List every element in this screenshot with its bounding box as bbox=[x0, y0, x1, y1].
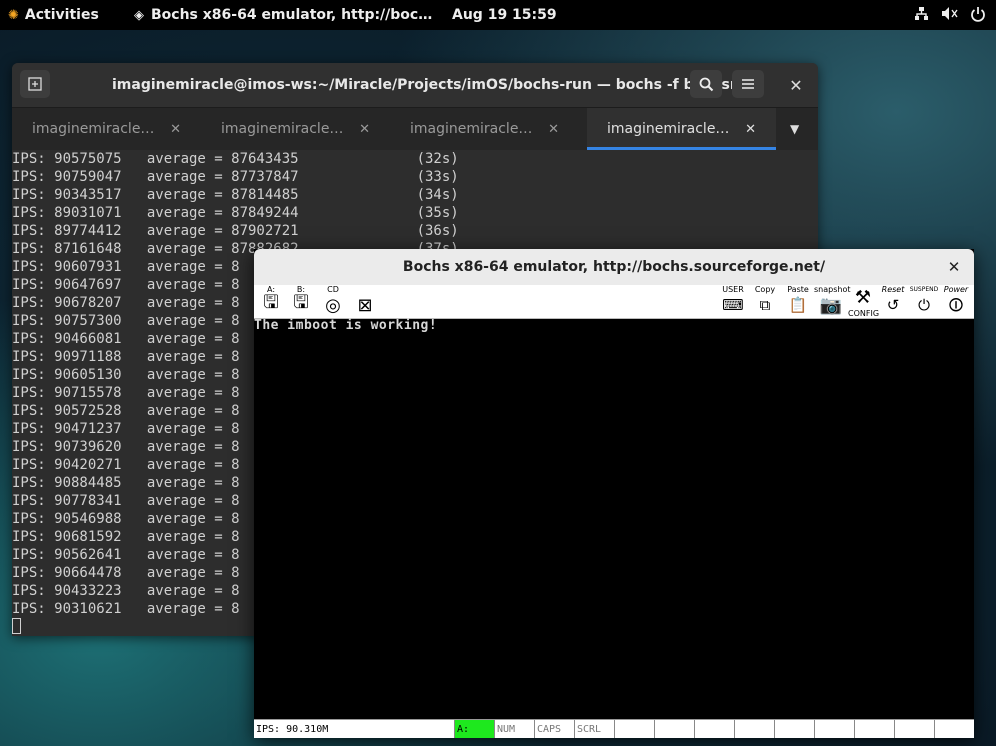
bochs-close-button[interactable]: ✕ bbox=[944, 257, 964, 277]
cdrom-icon: ◎ bbox=[325, 294, 341, 316]
floppy-b-button[interactable]: B: 🖫 bbox=[286, 285, 316, 318]
new-tab-button[interactable] bbox=[20, 70, 50, 98]
activities-button[interactable]: ✺ Activities bbox=[8, 0, 99, 30]
terminal-line: IPS: 90759047 average = 87737847 (33s) bbox=[12, 169, 459, 185]
terminal-tab-1[interactable]: imaginemiracle… ✕ bbox=[12, 108, 201, 150]
suspend-button[interactable]: SUSPEND ⏻ bbox=[908, 285, 940, 318]
network-icon[interactable] bbox=[914, 6, 929, 24]
close-icon: ✕ bbox=[789, 75, 803, 95]
usb-icon: ⊠ bbox=[357, 294, 373, 316]
terminal-cursor bbox=[12, 618, 21, 634]
config-button[interactable]: ⚒ CONFIG bbox=[848, 285, 880, 319]
caps-lock-indicator: CAPS bbox=[534, 720, 574, 738]
power-icon: ⏼ bbox=[948, 294, 964, 316]
config-label: CONFIG bbox=[848, 309, 880, 318]
terminal-line: IPS: 89774412 average = 87902721 (36s) bbox=[12, 223, 459, 239]
menu-button[interactable] bbox=[732, 70, 764, 98]
tab-label: imaginemiracle… bbox=[410, 121, 533, 137]
bochs-window: Bochs x86-64 emulator, http://bochs.sour… bbox=[254, 249, 974, 738]
copy-button[interactable]: Copy ⧉ bbox=[752, 285, 778, 318]
app-diamond-icon: ◈ bbox=[134, 7, 144, 23]
terminal-close-button[interactable]: ✕ bbox=[784, 73, 808, 97]
ips-status: IPS: 90.310M bbox=[256, 723, 329, 735]
floppy-icon: 🖫 bbox=[293, 292, 309, 313]
status-slot bbox=[774, 720, 814, 738]
terminal-line: IPS: 89031071 average = 87849244 (35s) bbox=[12, 205, 459, 221]
status-slot bbox=[654, 720, 694, 738]
floppy-a-indicator: A: bbox=[454, 720, 494, 738]
snapshot-button[interactable]: snapshot 📷 bbox=[814, 285, 851, 318]
status-slot bbox=[854, 720, 894, 738]
system-tray[interactable] bbox=[914, 0, 986, 30]
reset-icon: ↺ bbox=[886, 296, 900, 314]
status-slot bbox=[734, 720, 774, 738]
terminal-headerbar: imaginemiracle@imos-ws:~/Miracle/Project… bbox=[12, 63, 818, 107]
app-menu-title: Bochs x86-64 emulator, http://boc… bbox=[151, 7, 433, 23]
hamburger-icon bbox=[742, 79, 754, 89]
suspend-icon: ⏻ bbox=[918, 296, 930, 314]
terminal-tab-2[interactable]: imaginemiracle… ✕ bbox=[201, 108, 390, 150]
status-slot bbox=[694, 720, 734, 738]
volume-icon[interactable] bbox=[941, 6, 958, 24]
user-button[interactable]: USER ⌨ bbox=[716, 285, 750, 318]
tab-close-icon[interactable]: ✕ bbox=[548, 108, 559, 150]
terminal-tab-3[interactable]: imaginemiracle… ✕ bbox=[390, 108, 579, 150]
tab-close-icon[interactable]: ✕ bbox=[170, 108, 181, 150]
status-slot bbox=[614, 720, 654, 738]
fedora-logo-icon: ✺ bbox=[8, 7, 19, 23]
cdrom-button[interactable]: CD ◎ bbox=[318, 285, 348, 318]
tab-label: imaginemiracle… bbox=[607, 121, 730, 137]
num-lock-indicator: NUM bbox=[494, 720, 534, 738]
bochs-toolbar: A: 🖫 B: 🖫 CD ◎ ⊠ USER ⌨ Copy ⧉ Paste 📋 s… bbox=[254, 285, 974, 319]
clipboard-icon: 📋 bbox=[788, 296, 808, 314]
bochs-title: Bochs x86-64 emulator, http://bochs.sour… bbox=[402, 259, 826, 275]
terminal-line: IPS: 90343517 average = 87814485 (34s) bbox=[12, 187, 459, 203]
terminal-tab-4[interactable]: imaginemiracle… ✕ bbox=[587, 108, 776, 150]
bochs-statusbar: IPS: 90.310M A: NUM CAPS SCRL bbox=[254, 719, 974, 738]
reset-button[interactable]: Reset ↺ bbox=[878, 285, 908, 318]
vga-output-text: The imboot is working! bbox=[254, 318, 438, 333]
terminal-tab-bar: imaginemiracle… ✕ imaginemiracle… ✕ imag… bbox=[12, 107, 818, 150]
new-tab-icon bbox=[28, 77, 42, 91]
scroll-lock-indicator: SCRL bbox=[574, 720, 614, 738]
status-slot bbox=[814, 720, 854, 738]
tab-close-icon[interactable]: ✕ bbox=[745, 108, 756, 150]
status-slot bbox=[934, 720, 974, 738]
copy-icon: ⧉ bbox=[759, 296, 771, 314]
floppy-a-button[interactable]: A: 🖫 bbox=[256, 285, 286, 318]
tab-close-icon[interactable]: ✕ bbox=[359, 108, 370, 150]
terminal-line: IPS: 90575075 average = 87643435 (32s) bbox=[12, 151, 459, 167]
usb-button[interactable]: ⊠ bbox=[350, 285, 380, 318]
gnome-top-bar: ✺ Activities ◈ Bochs x86-64 emulator, ht… bbox=[0, 0, 996, 30]
tab-overflow-button[interactable]: ▼ bbox=[790, 108, 799, 150]
terminal-title: imaginemiracle@imos-ws:~/Miracle/Project… bbox=[112, 77, 746, 93]
clock[interactable]: Aug 19 15:59 bbox=[452, 0, 557, 30]
camera-icon: 📷 bbox=[819, 294, 843, 316]
search-icon bbox=[699, 77, 713, 91]
tab-label: imaginemiracle… bbox=[32, 121, 155, 137]
bochs-titlebar: Bochs x86-64 emulator, http://bochs.sour… bbox=[254, 249, 974, 285]
app-menu[interactable]: ◈ Bochs x86-64 emulator, http://boc… bbox=[134, 0, 432, 30]
paste-button[interactable]: Paste 📋 bbox=[784, 285, 812, 318]
chevron-down-icon: ▼ bbox=[790, 122, 800, 136]
tools-icon: ⚒ bbox=[854, 286, 872, 308]
close-icon: ✕ bbox=[947, 258, 961, 276]
bochs-vga-screen[interactable]: The imboot is working! bbox=[254, 318, 974, 719]
search-button[interactable] bbox=[690, 70, 722, 98]
floppy-icon: 🖫 bbox=[263, 292, 279, 313]
tab-label: imaginemiracle… bbox=[221, 121, 344, 137]
power-button[interactable]: Power ⏼ bbox=[940, 285, 972, 318]
activities-label: Activities bbox=[24, 7, 99, 23]
power-icon[interactable] bbox=[970, 6, 986, 25]
keyboard-icon: ⌨ bbox=[722, 296, 744, 314]
status-slot bbox=[894, 720, 934, 738]
